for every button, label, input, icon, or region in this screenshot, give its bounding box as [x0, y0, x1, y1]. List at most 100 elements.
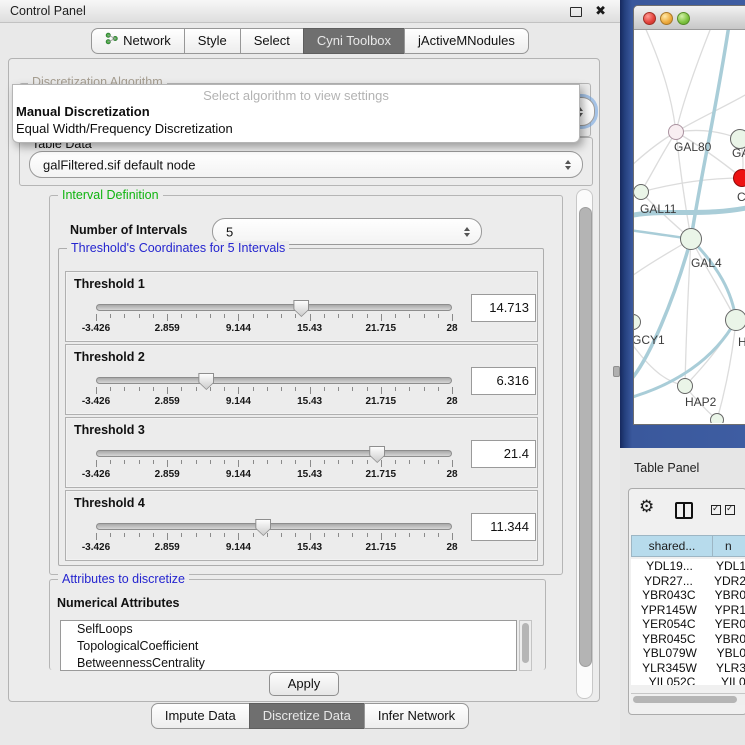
attributes-list-scrollbar[interactable] — [519, 620, 532, 671]
node-bottom[interactable] — [710, 413, 724, 423]
cell[interactable]: YBL079W — [631, 646, 709, 661]
close-icon[interactable]: ✖ — [595, 3, 606, 19]
slider-track[interactable] — [96, 523, 452, 530]
threshold-2-slider[interactable]: -3.4262.8599.14415.4321.71528 — [96, 373, 452, 407]
node-label: GCY1 — [634, 333, 665, 347]
cell[interactable]: YDR2 — [706, 574, 745, 589]
node-label: GAL80 — [674, 140, 711, 154]
network-canvas: GAL80 GA C GAL11 GAL4 GCY1 H HAP2 — [634, 30, 745, 423]
tab-impute-data-label: Impute Data — [165, 704, 236, 728]
cell[interactable]: YDL1 — [708, 559, 745, 574]
cell[interactable]: YDR27... — [631, 574, 706, 589]
cell[interactable]: YLR3 — [708, 661, 745, 676]
node-h[interactable] — [725, 309, 745, 331]
threshold-1-slider[interactable]: -3.4262.8599.14415.4321.71528 — [96, 300, 452, 334]
cell[interactable]: YER0 — [707, 617, 745, 632]
column-header-name[interactable]: n — [713, 535, 745, 557]
apply-button[interactable]: Apply — [269, 672, 339, 696]
checkbox-icon[interactable] — [711, 505, 721, 515]
tab-style[interactable]: Style — [184, 28, 241, 54]
cell[interactable]: YPR145W — [631, 603, 707, 618]
list-item[interactable]: SelfLoops — [61, 621, 516, 638]
table-row[interactable]: YLR345WYLR3 — [631, 661, 745, 676]
threshold-1-value-field[interactable]: 14.713 — [471, 294, 536, 322]
tab-impute-data[interactable]: Impute Data — [151, 703, 250, 729]
column-header-shared[interactable]: shared... — [631, 535, 713, 557]
threshold-4-value-field[interactable]: 11.344 — [471, 513, 536, 541]
table-row[interactable]: YPR145WYPR1 — [631, 603, 745, 618]
scrollbar-thumb[interactable] — [633, 696, 737, 703]
cell[interactable]: YBR043C — [631, 588, 707, 603]
threshold-3-slider[interactable]: -3.4262.8599.14415.4321.71528 — [96, 446, 452, 480]
tab-select[interactable]: Select — [240, 28, 304, 54]
numerical-attributes-list[interactable]: SelfLoops TopologicalCoefficient Between… — [60, 620, 517, 671]
zoom-traffic-light-icon[interactable] — [677, 12, 690, 25]
node-gal4[interactable] — [680, 228, 702, 250]
table-row[interactable]: YDR27...YDR2 — [631, 574, 745, 589]
attributes-group-label: Attributes to discretize — [58, 572, 189, 586]
cell[interactable]: YLR345W — [631, 661, 708, 676]
tab-cyni-toolbox[interactable]: Cyni Toolbox — [303, 28, 405, 54]
cell[interactable]: YIL052C — [631, 675, 713, 685]
algorithm-option-equal-width[interactable]: Equal Width/Frequency Discretization — [16, 121, 233, 136]
tab-cyni-toolbox-label: Cyni Toolbox — [317, 29, 391, 53]
tab-jactivemnodules[interactable]: jActiveMNodules — [404, 28, 529, 54]
cell[interactable]: YIL0 — [713, 675, 745, 685]
slider-track[interactable] — [96, 377, 452, 384]
table-data-select-value: galFiltered.sif default node — [43, 157, 195, 172]
node-gal80[interactable] — [668, 124, 684, 140]
threshold-3-label: Threshold 3 — [74, 423, 145, 437]
cell[interactable]: YBR0 — [707, 588, 745, 603]
panel-vertical-scrollbar[interactable] — [576, 189, 593, 699]
tab-infer-network-label: Infer Network — [378, 704, 455, 728]
slider-ticks — [96, 460, 452, 468]
threshold-2-section: Threshold 2 -3.4262.8599.14415.4321.7152… — [65, 344, 538, 415]
threshold-1-label: Threshold 1 — [74, 277, 145, 291]
tab-infer-network[interactable]: Infer Network — [364, 703, 469, 729]
cell[interactable]: YBR045C — [631, 632, 707, 647]
float-window-icon[interactable] — [570, 7, 582, 17]
number-of-intervals-label: Number of Intervals — [70, 223, 187, 237]
threshold-3-value-field[interactable]: 21.4 — [471, 440, 536, 468]
checkbox-icon[interactable] — [725, 505, 735, 515]
cell[interactable]: YBL0 — [709, 646, 745, 661]
threshold-3-section: Threshold 3 -3.4262.8599.14415.4321.7152… — [65, 417, 538, 488]
minimize-traffic-light-icon[interactable] — [660, 12, 673, 25]
tab-discretize-data[interactable]: Discretize Data — [249, 703, 365, 729]
table-row[interactable]: YBL079WYBL0 — [631, 646, 745, 661]
node-label: H — [738, 335, 745, 349]
cell[interactable]: YDL19... — [631, 559, 708, 574]
table-data-select[interactable]: galFiltered.sif default node — [29, 151, 583, 178]
table-row[interactable]: YER054CYER0 — [631, 617, 745, 632]
network-window-titlebar — [634, 6, 745, 30]
close-traffic-light-icon[interactable] — [643, 12, 656, 25]
threshold-4-slider[interactable]: -3.4262.8599.14415.4321.71528 — [96, 519, 452, 553]
split-columns-icon[interactable] — [675, 502, 693, 519]
bottom-tabbar: Impute Data Discretize Data Infer Networ… — [0, 703, 620, 729]
table-row[interactable]: YIL052CYIL0 — [631, 675, 745, 685]
table-horizontal-scrollbar[interactable] — [631, 693, 745, 705]
slider-track[interactable] — [96, 450, 452, 457]
cell[interactable]: YER054C — [631, 617, 707, 632]
threshold-2-value-field[interactable]: 6.316 — [471, 367, 536, 395]
list-item[interactable]: TopologicalCoefficient — [61, 638, 516, 655]
algorithm-option-manual[interactable]: Manual Discretization — [16, 104, 150, 119]
tab-discretize-data-label: Discretize Data — [263, 704, 351, 728]
split-pane-grip[interactable] — [613, 366, 620, 377]
node-highlighted-red[interactable] — [733, 169, 745, 187]
list-item[interactable]: BetweennessCentrality — [61, 655, 516, 671]
scrollbar-thumb[interactable] — [522, 623, 529, 663]
cell[interactable]: YBR0 — [707, 632, 745, 647]
scrollbar-thumb[interactable] — [579, 207, 592, 667]
gear-icon[interactable]: ⚙ — [639, 497, 654, 517]
spinner-arrows-icon — [565, 160, 571, 170]
slider-track[interactable] — [96, 304, 452, 311]
threshold-1-section: Threshold 1 -3.4262.8599.14415.4321.7152… — [65, 271, 538, 342]
node-hap2[interactable] — [677, 378, 693, 394]
table-row[interactable]: YDL19...YDL1 — [631, 559, 745, 574]
table-header-row: shared... n — [631, 535, 745, 557]
tab-network[interactable]: Network — [91, 28, 185, 54]
cell[interactable]: YPR1 — [707, 603, 745, 618]
table-row[interactable]: YBR045CYBR0 — [631, 632, 745, 647]
table-row[interactable]: YBR043CYBR0 — [631, 588, 745, 603]
